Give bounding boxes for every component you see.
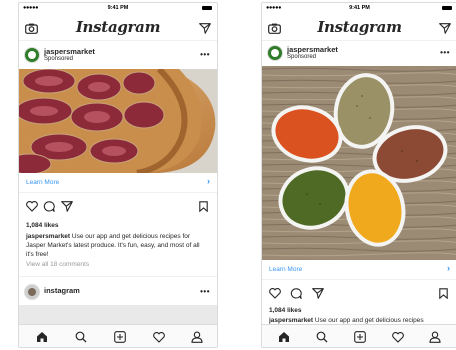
caption-username[interactable]: jaspersmarket — [269, 317, 313, 324]
learn-more-link[interactable]: Learn More — [269, 266, 302, 273]
home-icon[interactable] — [36, 330, 48, 347]
battery-icon — [202, 6, 212, 10]
add-post-icon[interactable] — [114, 330, 126, 347]
instagram-wordmark: Instagram — [75, 18, 161, 36]
post-username[interactable]: instagram — [44, 286, 80, 295]
activity-heart-icon[interactable] — [153, 330, 165, 347]
bottom-tab-bar — [19, 324, 217, 347]
status-bar: ●●●●● 9:41 PM — [262, 3, 456, 13]
more-options-icon[interactable]: ••• — [200, 287, 210, 296]
avatar[interactable] — [267, 45, 283, 61]
divider — [19, 276, 217, 277]
home-icon[interactable] — [278, 330, 290, 347]
next-post-header: instagram ••• — [19, 280, 217, 306]
caption-text: Use our app and get delicious recipes — [314, 317, 424, 324]
share-icon[interactable] — [61, 199, 73, 217]
post-image-fig-tart — [19, 69, 217, 173]
status-time: 9:41 PM — [107, 5, 129, 11]
post-actions — [262, 281, 456, 303]
avatar[interactable] — [24, 284, 40, 300]
post-actions — [19, 194, 217, 216]
bookmark-icon[interactable] — [199, 199, 208, 217]
comment-icon[interactable] — [290, 286, 302, 304]
avatar[interactable] — [24, 47, 40, 63]
post-username[interactable]: jaspersmarket — [287, 45, 338, 54]
chevron-right-icon: › — [447, 263, 450, 273]
activity-heart-icon[interactable] — [392, 330, 404, 347]
caption-username[interactable]: jaspersmarket — [26, 233, 70, 240]
profile-icon[interactable] — [191, 330, 203, 347]
instagram-wordmark: Instagram — [317, 18, 402, 36]
more-options-icon[interactable]: ••• — [200, 50, 210, 59]
bookmark-icon[interactable] — [439, 286, 448, 304]
learn-more-bar[interactable]: Learn More › — [19, 174, 217, 193]
likes-count[interactable]: 1,084 likes — [26, 222, 59, 229]
phone-screen-right: ●●●●● 9:41 PM Instagram jaspersmarket Sp… — [261, 2, 456, 348]
search-icon[interactable] — [316, 330, 328, 347]
sponsored-label: Sponsored — [44, 56, 74, 62]
status-time: 9:41 PM — [349, 5, 370, 11]
view-comments-link[interactable]: View all 18 comments — [26, 261, 89, 268]
heart-icon[interactable] — [26, 199, 38, 217]
sponsored-label: Sponsored — [287, 54, 317, 60]
post-header: jaspersmarket Sponsored ••• — [19, 43, 217, 69]
search-icon[interactable] — [75, 330, 87, 347]
likes-count[interactable]: 1,084 likes — [269, 307, 302, 314]
battery-icon — [442, 6, 452, 10]
learn-more-link[interactable]: Learn More — [26, 179, 59, 186]
phone-screen-left: ●●●●● 9:41 PM Instagram jaspersmarket Sp… — [18, 2, 218, 348]
more-options-icon[interactable]: ••• — [440, 48, 450, 57]
heart-icon[interactable] — [269, 286, 281, 304]
app-header: Instagram — [262, 14, 456, 41]
direct-send-icon[interactable] — [439, 21, 451, 39]
learn-more-bar[interactable]: Learn More › — [262, 261, 456, 280]
bottom-tab-bar — [262, 324, 456, 347]
post-caption: jaspersmarket Use our app and get delici… — [26, 232, 209, 259]
status-bar: ●●●●● 9:41 PM — [19, 3, 217, 13]
app-header: Instagram — [19, 14, 217, 41]
post-username[interactable]: jaspersmarket — [44, 47, 95, 56]
post-header: jaspersmarket Sponsored ••• — [262, 41, 456, 67]
share-icon[interactable] — [312, 286, 324, 304]
profile-icon[interactable] — [429, 330, 441, 347]
comment-icon[interactable] — [43, 199, 55, 217]
chevron-right-icon: › — [207, 176, 210, 186]
add-post-icon[interactable] — [354, 330, 366, 347]
direct-send-icon[interactable] — [199, 21, 211, 39]
post-image-spice-bowls — [262, 66, 456, 260]
